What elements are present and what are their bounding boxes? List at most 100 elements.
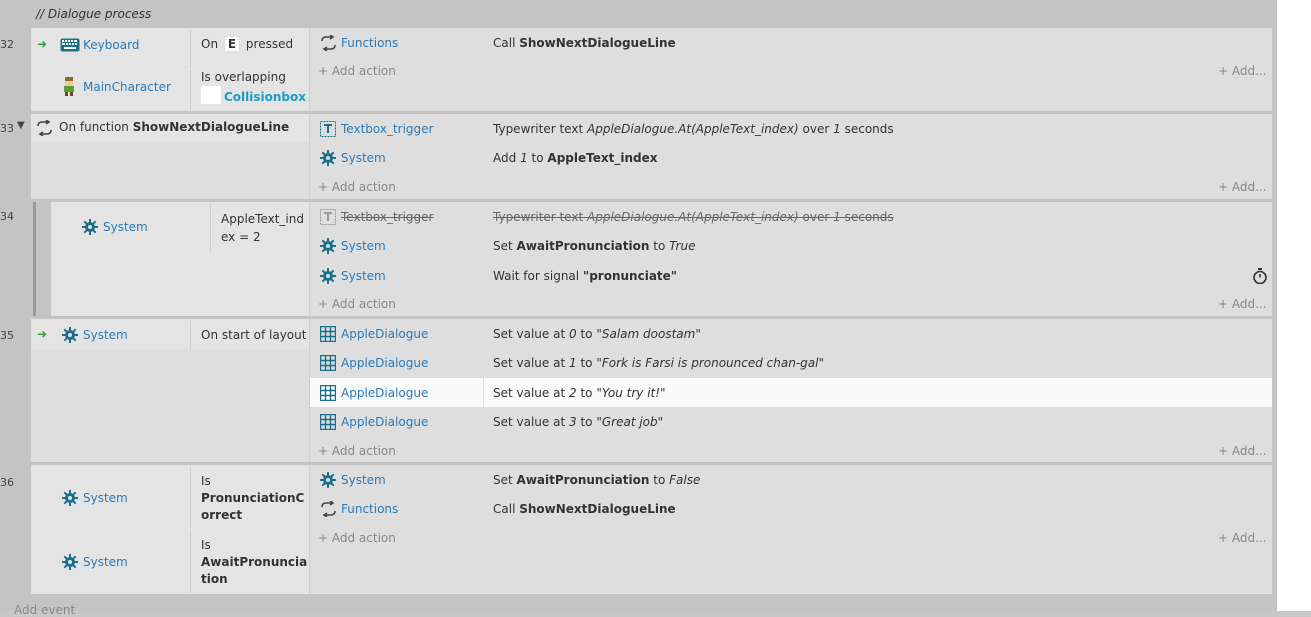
collapse-triangle-icon[interactable]: ▼ bbox=[17, 120, 25, 131]
action-text: to bbox=[653, 239, 666, 253]
row-divider bbox=[483, 378, 484, 407]
action-set-variable[interactable]: Set AwaitPronunciation to True bbox=[493, 239, 695, 253]
action-object-appledialogue[interactable]: AppleDialogue bbox=[341, 386, 428, 400]
add-more-button[interactable]: + Add... bbox=[1218, 531, 1267, 545]
action-set-value-at[interactable]: Set value at 2 to "You try it!" bbox=[493, 386, 666, 400]
action-call[interactable]: Call ShowNextDialogueLine bbox=[493, 502, 676, 516]
function-label: On function bbox=[59, 120, 129, 134]
add-more-button[interactable]: + Add... bbox=[1218, 444, 1267, 458]
action-param: "Salam doostam" bbox=[596, 327, 701, 341]
action-object-functions[interactable]: Functions bbox=[341, 36, 398, 50]
functions-icon bbox=[37, 120, 52, 136]
action-text: Set bbox=[493, 239, 513, 253]
add-action-button[interactable]: + Add action bbox=[318, 444, 396, 458]
action-param: "Great job" bbox=[596, 415, 664, 429]
condition-text: Is bbox=[201, 538, 211, 552]
add-action-button[interactable]: + Add action bbox=[318, 531, 396, 545]
action-object-textbox-trigger-disabled[interactable]: Textbox_trigger bbox=[341, 210, 433, 224]
action-param: 2 bbox=[569, 386, 577, 400]
condition-target-collisionbox[interactable]: Collisionbox bbox=[224, 90, 306, 104]
action-text: Call bbox=[493, 36, 516, 50]
action-object-functions[interactable]: Functions bbox=[341, 502, 398, 516]
action-add-to-variable[interactable]: Add 1 to AppleText_index bbox=[493, 151, 657, 165]
action-param: AwaitPronunciation bbox=[516, 473, 650, 487]
add-action-button[interactable]: + Add action bbox=[318, 64, 396, 78]
condition-on-key-pressed[interactable]: On E pressed bbox=[201, 36, 293, 52]
condition-object-maincharacter[interactable]: MainCharacter bbox=[83, 80, 171, 94]
condition-variable: tion bbox=[201, 572, 228, 586]
action-typewriter-text-disabled[interactable]: Typewriter text AppleDialogue.At(AppleTe… bbox=[493, 210, 894, 224]
action-text: Set value at bbox=[493, 327, 566, 341]
cond-divider bbox=[190, 467, 191, 529]
condition-is-boolean[interactable]: Is AwaitPronuncia tion bbox=[201, 537, 307, 588]
textbox-icon bbox=[320, 121, 336, 137]
cond-act-divider bbox=[309, 202, 310, 316]
action-object-system[interactable]: System bbox=[341, 269, 386, 283]
condition-text: pressed bbox=[245, 37, 294, 51]
action-object-system[interactable]: System bbox=[341, 473, 386, 487]
action-param: 1 bbox=[833, 122, 841, 136]
add-more-button[interactable]: + Add... bbox=[1218, 180, 1267, 194]
functions-icon bbox=[321, 501, 336, 517]
condition-is-boolean[interactable]: Is PronunciationC orrect bbox=[201, 473, 304, 524]
condition-on-start-of-layout[interactable]: On start of layout bbox=[201, 328, 306, 342]
right-panel-edge bbox=[1277, 0, 1311, 611]
add-action-button[interactable]: + Add action bbox=[318, 180, 396, 194]
condition-variable: orrect bbox=[201, 508, 243, 522]
action-set-value-at[interactable]: Set value at 1 to "Fork is Farsi is pron… bbox=[493, 356, 824, 370]
action-object-appledialogue[interactable]: AppleDialogue bbox=[341, 415, 428, 429]
action-object-appledialogue[interactable]: AppleDialogue bbox=[341, 327, 428, 341]
stopwatch-icon bbox=[1253, 268, 1267, 284]
action-set-variable[interactable]: Set AwaitPronunciation to False bbox=[493, 473, 700, 487]
condition-text: Is bbox=[201, 474, 211, 488]
add-action-button[interactable]: + Add action bbox=[318, 297, 396, 311]
gear-icon bbox=[320, 150, 336, 166]
condition-variable: PronunciationC bbox=[201, 491, 305, 505]
cond-divider bbox=[190, 70, 191, 110]
condition-object-system[interactable]: System bbox=[83, 491, 128, 505]
action-text: Typewriter text bbox=[493, 210, 584, 224]
action-text: over bbox=[802, 210, 830, 224]
gear-icon bbox=[62, 490, 78, 506]
action-param: ShowNextDialogueLine bbox=[519, 36, 676, 50]
action-object-appledialogue[interactable]: AppleDialogue bbox=[341, 356, 428, 370]
condition-compare-variable[interactable]: AppleText_ind ex = 2 bbox=[221, 210, 305, 246]
add-event-button[interactable]: Add event bbox=[14, 603, 75, 617]
action-text: to bbox=[531, 151, 544, 165]
action-set-value-at[interactable]: Set value at 3 to "Great job" bbox=[493, 415, 663, 429]
gear-icon bbox=[320, 238, 336, 254]
function-definition[interactable]: On function ShowNextDialogueLine bbox=[59, 120, 289, 134]
action-param: AppleText_index bbox=[547, 151, 658, 165]
action-object-system[interactable]: System bbox=[341, 151, 386, 165]
condition-is-overlapping[interactable]: Is overlapping bbox=[201, 70, 286, 84]
comment-line[interactable]: // Dialogue process bbox=[36, 7, 151, 21]
selected-action-highlight bbox=[310, 378, 1272, 407]
action-text: Set value at bbox=[493, 356, 566, 370]
action-text: Typewriter text bbox=[493, 122, 584, 136]
add-more-button[interactable]: + Add... bbox=[1218, 297, 1267, 311]
gear-icon bbox=[62, 554, 78, 570]
condition-object-system[interactable]: System bbox=[103, 220, 148, 234]
action-wait-for-signal[interactable]: Wait for signal "pronunciate" bbox=[493, 269, 677, 283]
cond-divider bbox=[190, 321, 191, 349]
action-object-system[interactable]: System bbox=[341, 239, 386, 253]
action-text: to bbox=[580, 386, 593, 400]
action-text: to bbox=[580, 415, 593, 429]
action-text: seconds bbox=[844, 122, 894, 136]
cond-divider bbox=[190, 531, 191, 593]
add-more-button[interactable]: + Add... bbox=[1218, 64, 1267, 78]
action-call[interactable]: Call ShowNextDialogueLine bbox=[493, 36, 676, 50]
condition-object-keyboard[interactable]: Keyboard bbox=[83, 38, 139, 52]
action-typewriter-text[interactable]: Typewriter text AppleDialogue.At(AppleTe… bbox=[493, 122, 894, 136]
action-object-textbox-trigger[interactable]: Textbox_trigger bbox=[341, 122, 433, 136]
action-param: False bbox=[669, 473, 701, 487]
event-number: 33 bbox=[0, 122, 14, 135]
condition-object-system[interactable]: System bbox=[83, 328, 128, 342]
gear-icon bbox=[62, 327, 78, 343]
action-param: 3 bbox=[569, 415, 577, 429]
action-text: Add bbox=[493, 151, 517, 165]
gear-icon bbox=[320, 268, 336, 284]
gear-icon bbox=[82, 219, 98, 235]
action-set-value-at[interactable]: Set value at 0 to "Salam doostam" bbox=[493, 327, 701, 341]
condition-object-system[interactable]: System bbox=[83, 555, 128, 569]
